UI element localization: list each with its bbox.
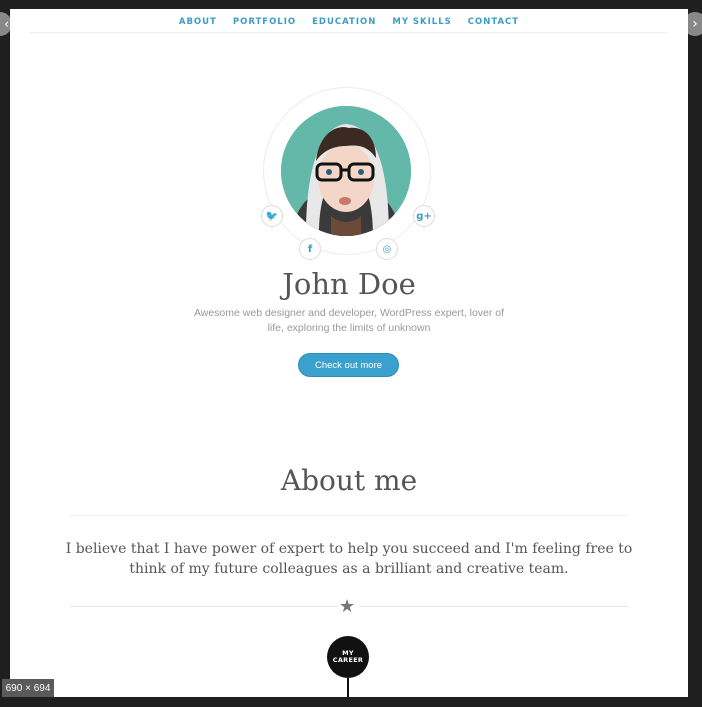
career-timeline-line <box>347 678 349 697</box>
avatar <box>281 106 411 236</box>
career-line2: CAREER <box>332 656 364 664</box>
google-plus-glyph: g+ <box>416 210 432 222</box>
google-plus-icon[interactable]: g+ <box>413 205 435 227</box>
profile-name: John Doe <box>282 267 416 301</box>
page-screenshot: ABOUT PORTFOLIO EDUCATION MY SKILLS CONT… <box>10 9 688 697</box>
profile-bio: Awesome web designer and developer, Word… <box>193 307 505 334</box>
about-text: I believe that I have power of expert to… <box>65 541 633 577</box>
nav-education[interactable]: EDUCATION <box>312 17 376 27</box>
dribbble-icon[interactable]: ◎ <box>376 238 398 260</box>
star-icon: ★ <box>339 596 356 617</box>
nav-portfolio[interactable]: PORTFOLIO <box>233 17 296 27</box>
about-divider <box>70 515 628 516</box>
dribbble-glyph: ◎ <box>382 243 392 255</box>
nav-my-skills[interactable]: MY SKILLS <box>392 17 451 27</box>
twitter-glyph: 🐦 <box>265 210 279 222</box>
section-divider-right <box>360 606 628 607</box>
section-divider-left <box>70 606 338 607</box>
avatar-illustration <box>281 106 411 236</box>
career-badge[interactable]: MY CAREER <box>327 636 369 678</box>
image-dimensions-badge: 690 × 694 <box>2 679 54 697</box>
nav-about[interactable]: ABOUT <box>179 17 217 27</box>
twitter-icon[interactable]: 🐦 <box>261 205 283 227</box>
nav-contact[interactable]: CONTACT <box>468 17 519 27</box>
about-title: About me <box>280 464 418 497</box>
check-out-more-button[interactable]: Check out more <box>298 353 399 377</box>
nav-divider <box>30 32 668 33</box>
facebook-glyph: f <box>307 243 313 255</box>
facebook-icon[interactable]: f <box>299 238 321 260</box>
